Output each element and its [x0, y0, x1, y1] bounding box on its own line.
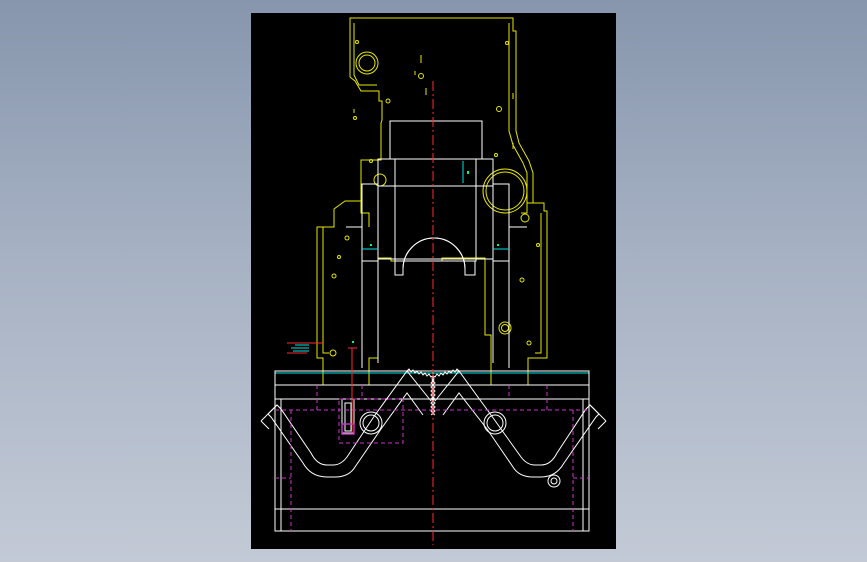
hole-6 [519, 277, 525, 283]
housing-right-flange [535, 213, 542, 354]
hole-2 [385, 98, 391, 104]
green-markers [352, 171, 499, 374]
hole-4 [344, 235, 350, 241]
pin-circle-left-inner [362, 414, 380, 432]
upper-housing [316, 17, 548, 386]
hole-10 [369, 159, 373, 163]
bore-circle-right-mid [520, 213, 530, 223]
pin-circle-right-inner [486, 414, 504, 432]
bore-circle-right-inner [485, 171, 525, 211]
dimension-ticks [275, 161, 589, 374]
hole-3 [496, 106, 502, 112]
cad-drawing-canvas [260, 17, 607, 545]
hole-5 [331, 273, 337, 279]
housing-left-flange [322, 227, 329, 354]
bore-circle-lower-right-inner [501, 324, 509, 332]
v-groove-right-inner [442, 392, 600, 478]
slide-block-top-cap [389, 120, 483, 160]
hole-7 [526, 340, 532, 346]
base-plate [274, 370, 590, 532]
hole-1 [418, 73, 424, 79]
bore-circle-right [482, 168, 528, 214]
v-groove-left-end2 [260, 420, 270, 430]
hole-14 [505, 41, 509, 45]
v-groove-right-end [589, 404, 607, 422]
arch-cutout-line [402, 237, 466, 270]
base-plate-outline [274, 370, 590, 532]
bore-circle-upper-left-inner [358, 54, 376, 72]
cad-drawing-viewport[interactable] [251, 13, 616, 549]
hole-11 [337, 255, 341, 259]
pin-circle-lower-right-inner [550, 477, 558, 485]
v-groove-right-end2 [597, 420, 607, 430]
clamp-block-inner [344, 402, 352, 432]
hole-12 [536, 243, 540, 247]
red-markers [348, 347, 357, 433]
pin-circle-lower-right [547, 474, 561, 488]
hole-8 [353, 116, 357, 120]
hole-9 [494, 153, 498, 157]
upper-housing-outline [316, 17, 548, 386]
slide-block-stem [394, 158, 477, 262]
hole-13 [355, 40, 359, 44]
hole-15 [329, 349, 337, 357]
